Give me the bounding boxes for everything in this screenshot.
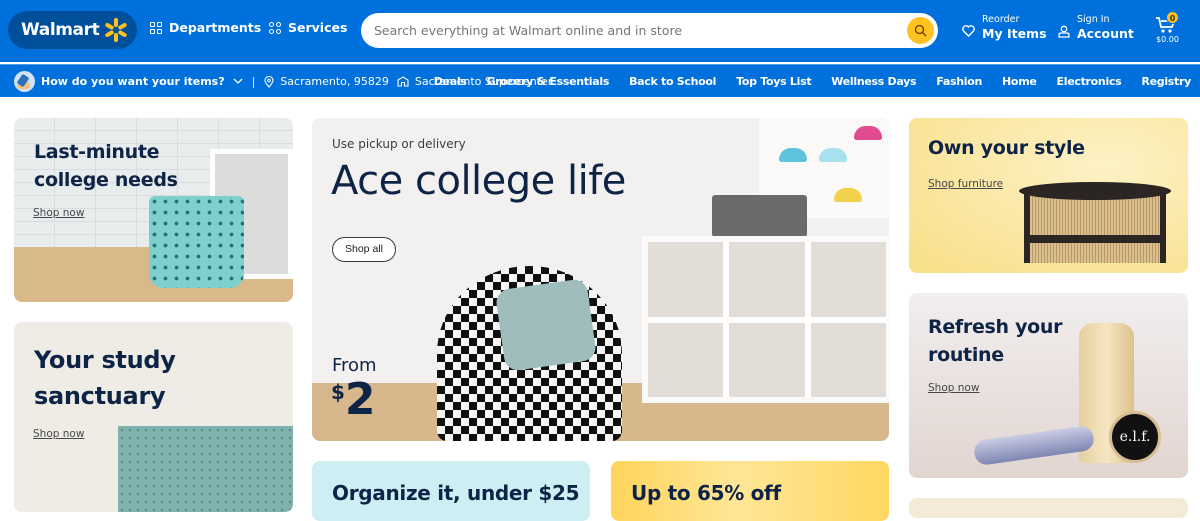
nav-link-wellness-days[interactable]: Wellness Days	[831, 75, 916, 88]
elf-product-image: e.l.f.	[1109, 411, 1161, 463]
shop-furniture-link[interactable]: Shop furniture	[928, 178, 1003, 190]
hero-title: Ace college life	[331, 158, 626, 204]
account-button[interactable]: Sign In Account	[1058, 14, 1134, 42]
card-title: Own your style	[928, 137, 1085, 159]
price-value: $2	[331, 374, 376, 425]
nav-link-home[interactable]: Home	[1002, 75, 1037, 88]
price-from-label: From	[332, 355, 377, 376]
location-text[interactable]: Sacramento, 95829	[280, 75, 389, 88]
nav-link-deals[interactable]: Deals	[434, 75, 467, 88]
reorder-label: Reorder	[982, 14, 1020, 25]
coffee-table-shelf	[1024, 235, 1166, 243]
nav-link-grocery[interactable]: Grocery & Essentials	[487, 75, 610, 88]
card-title: Last-minute college needs	[34, 141, 178, 191]
pillow-image	[494, 277, 598, 373]
grid-icon	[150, 21, 162, 34]
spark-icon	[103, 17, 129, 43]
discount-card[interactable]: Up to 65% off	[611, 461, 889, 521]
secondary-nav: How do you want your items? | Sacramento…	[0, 64, 1200, 97]
shop-now-link[interactable]: Shop now	[33, 428, 84, 440]
category-links: Deals Grocery & Essentials Back to Schoo…	[414, 65, 1192, 98]
cart-count-badge: 0	[1166, 11, 1179, 24]
search-input[interactable]	[374, 13, 894, 48]
services-icon	[269, 21, 281, 34]
nav-link-back-to-school[interactable]: Back to School	[629, 75, 716, 88]
cart-total: $0.00	[1156, 35, 1179, 44]
search-button[interactable]	[907, 17, 934, 44]
study-sanctuary-card[interactable]: Your study sanctuary Shop now	[14, 322, 293, 512]
shop-all-button[interactable]: Shop all	[332, 237, 396, 262]
nav-link-registry[interactable]: Registry	[1141, 75, 1191, 88]
coffee-table-top	[1019, 182, 1171, 200]
departments-label: Departments	[169, 20, 262, 35]
top-header: Walmart Departments Services Reorder My …	[0, 0, 1200, 62]
logo-text: Walmart	[21, 20, 100, 40]
location-pin-icon	[264, 75, 274, 88]
sign-in-label: Sign In	[1077, 14, 1110, 25]
divider: |	[251, 75, 256, 88]
college-needs-card[interactable]: Last-minute college needs Shop now	[14, 118, 293, 302]
coffee-table-image	[1024, 191, 1166, 263]
chevron-down-icon[interactable]	[233, 78, 243, 85]
card-title: Your study sanctuary	[34, 346, 176, 410]
search-icon	[914, 24, 927, 37]
nav-link-top-toys[interactable]: Top Toys List	[736, 75, 811, 88]
mascara-image	[972, 424, 1096, 467]
reorder-my-items[interactable]: Reorder My Items	[962, 14, 1047, 42]
shop-now-link[interactable]: Shop now	[928, 382, 979, 394]
turntable-image	[712, 195, 807, 237]
laundry-basket-image	[149, 196, 244, 288]
search-bar	[361, 13, 938, 48]
pegboard-image	[118, 426, 293, 512]
services-button[interactable]: Services	[269, 20, 347, 35]
walmart-logo[interactable]: Walmart	[8, 11, 137, 49]
card-title: Organize it, under $25	[332, 481, 580, 505]
services-label: Services	[288, 20, 348, 35]
bookshelf-image	[642, 236, 889, 403]
departments-button[interactable]: Departments	[150, 20, 261, 35]
card-title: Refresh your routine	[928, 316, 1063, 366]
delivery-icon	[14, 71, 35, 92]
heart-icon	[962, 25, 975, 37]
nav-link-electronics[interactable]: Electronics	[1057, 75, 1122, 88]
cart-button[interactable]: 0 $0.00	[1155, 11, 1185, 48]
own-your-style-card[interactable]: Own your style Shop furniture	[909, 118, 1188, 273]
hero-banner[interactable]: Use pickup or delivery Ace college life …	[312, 118, 889, 441]
organize-card[interactable]: Organize it, under $25	[312, 461, 590, 521]
refresh-routine-card[interactable]: e.l.f. Refresh your routine Shop now	[909, 293, 1188, 478]
my-items-label: My Items	[982, 26, 1047, 41]
store-icon	[397, 76, 409, 87]
card-title: Up to 65% off	[631, 481, 781, 505]
shop-now-link[interactable]: Shop now	[33, 207, 84, 219]
hero-kicker: Use pickup or delivery	[332, 137, 466, 151]
fulfillment-prompt[interactable]: How do you want your items?	[41, 75, 225, 88]
nav-link-fashion[interactable]: Fashion	[936, 75, 982, 88]
partial-card[interactable]	[909, 498, 1188, 518]
user-icon	[1058, 25, 1070, 38]
account-label: Account	[1077, 26, 1134, 41]
